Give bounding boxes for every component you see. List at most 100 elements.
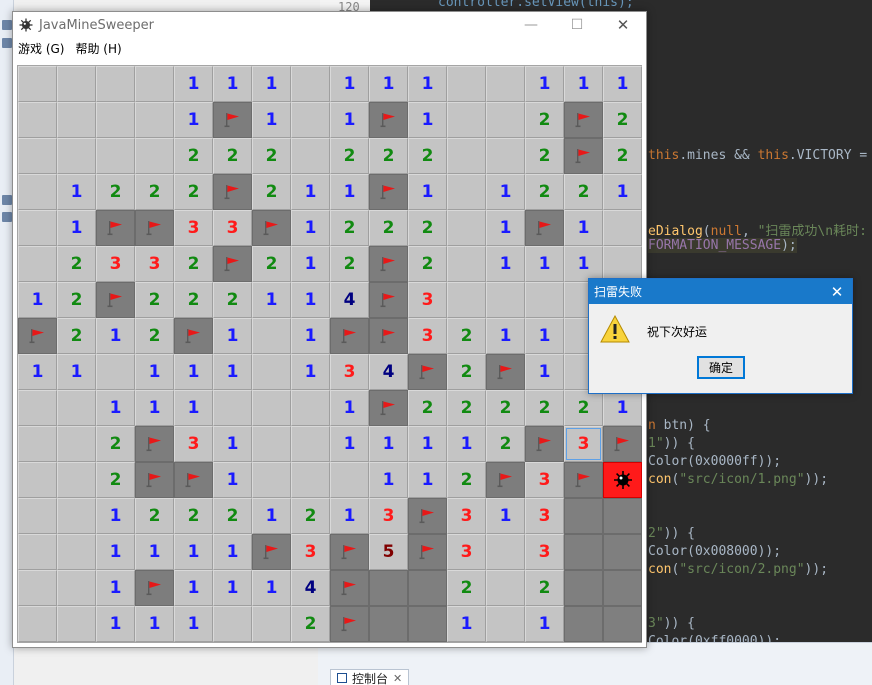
empty-cell[interactable] <box>18 66 57 102</box>
number-cell[interactable]: 3 <box>174 426 213 462</box>
empty-cell[interactable] <box>330 462 369 498</box>
closed-cell[interactable] <box>408 606 447 642</box>
empty-cell[interactable] <box>57 462 96 498</box>
empty-cell[interactable] <box>447 174 486 210</box>
number-cell[interactable]: 2 <box>564 390 603 426</box>
empty-cell[interactable] <box>57 138 96 174</box>
empty-cell[interactable] <box>18 570 57 606</box>
number-cell[interactable]: 3 <box>408 318 447 354</box>
flag-cell[interactable] <box>564 102 603 138</box>
number-cell[interactable]: 1 <box>213 462 252 498</box>
number-cell[interactable]: 1 <box>291 210 330 246</box>
number-cell[interactable]: 2 <box>447 318 486 354</box>
number-cell[interactable]: 1 <box>564 66 603 102</box>
number-cell[interactable]: 1 <box>525 354 564 390</box>
number-cell[interactable]: 3 <box>564 426 603 462</box>
number-cell[interactable]: 1 <box>486 246 525 282</box>
number-cell[interactable]: 2 <box>174 174 213 210</box>
number-cell[interactable]: 2 <box>213 498 252 534</box>
number-cell[interactable]: 1 <box>213 570 252 606</box>
number-cell[interactable]: 2 <box>174 246 213 282</box>
number-cell[interactable]: 2 <box>564 174 603 210</box>
flag-cell[interactable] <box>603 426 642 462</box>
empty-cell[interactable] <box>57 426 96 462</box>
empty-cell[interactable] <box>18 210 57 246</box>
number-cell[interactable]: 1 <box>330 66 369 102</box>
number-cell[interactable]: 1 <box>135 534 174 570</box>
number-cell[interactable]: 2 <box>525 174 564 210</box>
empty-cell[interactable] <box>291 138 330 174</box>
empty-cell[interactable] <box>96 138 135 174</box>
number-cell[interactable]: 1 <box>57 354 96 390</box>
empty-cell[interactable] <box>486 570 525 606</box>
number-cell[interactable]: 3 <box>369 498 408 534</box>
number-cell[interactable]: 1 <box>213 66 252 102</box>
number-cell[interactable]: 1 <box>57 174 96 210</box>
flag-cell[interactable] <box>408 498 447 534</box>
number-cell[interactable]: 1 <box>96 498 135 534</box>
empty-cell[interactable] <box>18 102 57 138</box>
number-cell[interactable]: 2 <box>447 462 486 498</box>
closed-cell[interactable] <box>564 606 603 642</box>
number-cell[interactable]: 2 <box>57 318 96 354</box>
number-cell[interactable]: 1 <box>369 462 408 498</box>
number-cell[interactable]: 2 <box>330 210 369 246</box>
flag-cell[interactable] <box>213 174 252 210</box>
empty-cell[interactable] <box>291 462 330 498</box>
flag-cell[interactable] <box>408 354 447 390</box>
number-cell[interactable]: 4 <box>330 282 369 318</box>
menu-help[interactable]: 帮助 (H) <box>75 40 121 57</box>
number-cell[interactable]: 2 <box>330 138 369 174</box>
flag-cell[interactable] <box>252 534 291 570</box>
empty-cell[interactable] <box>603 210 642 246</box>
number-cell[interactable]: 1 <box>369 66 408 102</box>
number-cell[interactable]: 1 <box>174 66 213 102</box>
flag-cell[interactable] <box>135 426 174 462</box>
flag-cell[interactable] <box>135 462 174 498</box>
title-bar[interactable]: JavaMineSweeper — ☐ ✕ <box>13 12 646 38</box>
number-cell[interactable]: 1 <box>330 102 369 138</box>
number-cell[interactable]: 1 <box>525 66 564 102</box>
number-cell[interactable]: 1 <box>135 354 174 390</box>
empty-cell[interactable] <box>18 498 57 534</box>
number-cell[interactable]: 2 <box>486 426 525 462</box>
number-cell[interactable]: 1 <box>291 282 330 318</box>
number-cell[interactable]: 1 <box>174 570 213 606</box>
empty-cell[interactable] <box>213 606 252 642</box>
flag-cell[interactable] <box>564 138 603 174</box>
flag-cell[interactable] <box>174 462 213 498</box>
number-cell[interactable]: 1 <box>447 606 486 642</box>
flag-cell[interactable] <box>330 606 369 642</box>
number-cell[interactable]: 1 <box>18 282 57 318</box>
number-cell[interactable]: 3 <box>213 210 252 246</box>
number-cell[interactable]: 1 <box>564 210 603 246</box>
empty-cell[interactable] <box>18 138 57 174</box>
number-cell[interactable]: 3 <box>525 534 564 570</box>
number-cell[interactable]: 1 <box>525 246 564 282</box>
number-cell[interactable]: 3 <box>525 462 564 498</box>
exploded-mine-cell[interactable] <box>603 462 642 498</box>
flag-cell[interactable] <box>369 102 408 138</box>
empty-cell[interactable] <box>486 102 525 138</box>
number-cell[interactable]: 4 <box>369 354 408 390</box>
menu-game[interactable]: 游戏 (G) <box>18 40 64 57</box>
number-cell[interactable]: 1 <box>174 390 213 426</box>
empty-cell[interactable] <box>96 354 135 390</box>
number-cell[interactable]: 2 <box>525 570 564 606</box>
number-cell[interactable]: 1 <box>369 426 408 462</box>
number-cell[interactable]: 2 <box>525 138 564 174</box>
empty-cell[interactable] <box>291 66 330 102</box>
flag-cell[interactable] <box>369 174 408 210</box>
number-cell[interactable]: 1 <box>486 174 525 210</box>
number-cell[interactable]: 1 <box>447 426 486 462</box>
flag-cell[interactable] <box>330 534 369 570</box>
empty-cell[interactable] <box>213 390 252 426</box>
number-cell[interactable]: 1 <box>525 318 564 354</box>
number-cell[interactable]: 1 <box>96 318 135 354</box>
empty-cell[interactable] <box>252 390 291 426</box>
flag-cell[interactable] <box>330 570 369 606</box>
number-cell[interactable]: 2 <box>96 174 135 210</box>
number-cell[interactable]: 1 <box>408 102 447 138</box>
empty-cell[interactable] <box>447 102 486 138</box>
number-cell[interactable]: 2 <box>213 282 252 318</box>
